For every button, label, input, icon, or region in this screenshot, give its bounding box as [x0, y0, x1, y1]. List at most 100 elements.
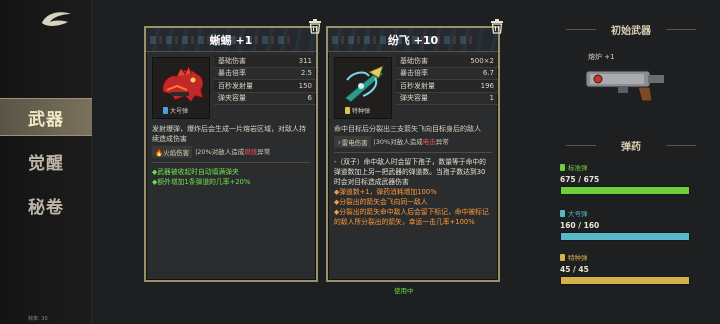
- ammo-type-tag: 特种弹: [345, 106, 370, 115]
- stat-label: 基础伤害: [400, 56, 428, 65]
- special-ammo-icon: [345, 107, 350, 114]
- nav-tab-awaken[interactable]: 觉醒: [0, 142, 92, 180]
- perk-line: ◆额外增加1条弹道的几率+20%: [152, 178, 251, 186]
- stat-label: 弹夹容量: [218, 94, 246, 103]
- stat-value: 6.7: [482, 69, 494, 78]
- stat-row: 弹夹容量 6: [214, 93, 316, 105]
- weapon-description: 命中目标后分裂出三支箭矢飞向目标身后的敌人: [334, 125, 481, 133]
- stat-row: 暴击倍率 2.5: [214, 68, 316, 80]
- lizard-weapon-icon: [162, 64, 204, 103]
- effect-text-pre: |30%对敌人造成: [373, 138, 423, 146]
- perk-line: ◆弹道数+1，弹药消耗增加100%: [334, 188, 437, 196]
- nav-tab-weapons[interactable]: 武器: [0, 98, 92, 136]
- effect-text-post: 异常: [257, 148, 271, 156]
- ammo-count: 675 / 675: [560, 175, 600, 184]
- ammo-standard: 标准弹 675 / 675: [560, 162, 690, 195]
- stat-value: 1: [489, 94, 494, 103]
- ammo-bar: [560, 232, 690, 241]
- effect-text-pre: |20%对敌人造成: [195, 148, 245, 156]
- damage-effect-row: 🔥火焰伤害 |20%对敌人造成燃烧异常: [152, 146, 310, 158]
- standard-ammo-icon: [560, 163, 565, 171]
- ammo-bar-fill: [561, 187, 689, 194]
- nav-tab-label: 觉醒: [28, 153, 64, 174]
- ammo-bar-fill: [561, 277, 689, 284]
- ammo-bar: [560, 186, 690, 195]
- perk-line: ◆分裂出的箭矢会飞向同一敌人: [334, 198, 428, 206]
- ammo-title: 弹药: [556, 136, 706, 154]
- crossbow-weapon-icon: [344, 65, 384, 103]
- ammo-label: 标准弹: [560, 162, 690, 172]
- ammo-type-label: 大号弹: [170, 108, 189, 115]
- initial-weapon-title: 初始武器: [556, 20, 706, 38]
- stat-row: 弹夹容量 1: [396, 93, 498, 105]
- ammo-name: 标准弹: [568, 164, 588, 172]
- ammo-count: 160 / 160: [560, 221, 600, 230]
- effect-chip-label: 火焰伤害: [163, 149, 190, 157]
- large-ammo-icon: [560, 209, 565, 217]
- game-logo-icon[interactable]: [40, 8, 74, 30]
- weapon-description: 发射爆弹，爆炸后会生成一片熔岩区域，对敌人持续造成伤害: [152, 125, 306, 143]
- card-title: 纷飞 +10: [387, 33, 439, 47]
- ammo-name: 特种弹: [568, 254, 588, 262]
- card-header: 蜥蜴 +1: [146, 19, 321, 52]
- stat-value: 311: [298, 56, 312, 65]
- nav-tab-label: 武器: [28, 109, 64, 130]
- right-panel: 初始武器 熔炉 +1 弹药 标准弹 675 / 675 大号弹 160 / 16…: [548, 0, 720, 324]
- weapon-card-lizard[interactable]: 蜥蜴 +1 大号弹 基础伤害 311 暴击倍率 2.5 百秒发射量 150 弹夹…: [144, 19, 321, 282]
- ammo-label: 大号弹: [560, 208, 690, 218]
- stat-value: 196: [480, 81, 494, 90]
- furnace-weapon-icon[interactable]: [578, 63, 674, 103]
- weapon-image-frame: 特种弹: [334, 57, 392, 119]
- ammo-bar: [560, 276, 690, 285]
- effect-text: |20%对敌人造成燃烧异常: [195, 146, 270, 158]
- weapon-card-flutter[interactable]: 纷飞 +10 特种弹 基础伤害 500×2 暴击倍率 6.7 百秒发射量 196…: [326, 19, 503, 282]
- stat-row: 百秒发射量 150: [214, 80, 316, 93]
- nav-tab-label: 秘卷: [28, 197, 64, 218]
- effect-highlight: 燃烧: [244, 148, 258, 156]
- fire-damage-chip: 🔥火焰伤害: [152, 146, 193, 158]
- initial-weapon-name: 熔炉 +1: [588, 53, 615, 61]
- large-ammo-icon: [163, 107, 168, 114]
- ammo-type-label: 特种弹: [352, 108, 371, 115]
- stat-value: 2.5: [300, 69, 312, 78]
- in-use-label: 使用中: [394, 287, 414, 295]
- stats-table: 基础伤害 500×2 暴击倍率 6.7 百秒发射量 196 弹夹容量 1: [396, 55, 498, 105]
- stat-label: 基础伤害: [218, 56, 246, 65]
- ammo-name: 大号弹: [568, 210, 588, 218]
- effect-text-post: 异常: [435, 138, 449, 146]
- left-nav: 武器 觉醒 秘卷 帧率: 30: [0, 0, 92, 324]
- stat-value: 6: [307, 94, 312, 103]
- fire-icon: 🔥: [155, 149, 164, 157]
- perk-line: ◆分裂出的箭矢命中敌人后会留下标记，命中被标记的敌人所分裂出的箭矢，幸运一击几率…: [334, 208, 489, 226]
- special-ammo-icon: [560, 253, 565, 261]
- stat-row: 百秒发射量 196: [396, 80, 498, 93]
- stat-value: 150: [298, 81, 312, 90]
- effect-highlight: 电击: [422, 138, 436, 146]
- stat-row: 基础伤害 311: [214, 55, 316, 68]
- stat-label: 百秒发射量: [400, 81, 435, 90]
- effect-text: |30%对敌人造成电击异常: [374, 136, 449, 148]
- card-title: 蜥蜴 +1: [209, 33, 253, 47]
- stat-label: 暴击倍率: [400, 69, 428, 78]
- ammo-bar-fill: [561, 233, 689, 240]
- lightning-damage-chip: ⚡雷电伤害: [334, 136, 371, 148]
- perk-line: -（双子）命中敌人时会留下孢子，数量等于命中的弹道数加上另一把武器的弹道数。当孢…: [334, 158, 486, 186]
- fps-counter: 帧率: 30: [28, 316, 48, 322]
- weapon-image-frame: 大号弹: [152, 57, 210, 119]
- damage-effect-row: ⚡雷电伤害 |30%对敌人造成电击异常: [334, 136, 492, 148]
- stats-table: 基础伤害 311 暴击倍率 2.5 百秒发射量 150 弹夹容量 6: [214, 55, 316, 105]
- perk-line: ◆武器被收起时自动填满弹夹: [152, 168, 239, 176]
- stat-label: 暴击倍率: [218, 69, 246, 78]
- effect-chip-label: 雷电伤害: [341, 139, 368, 147]
- stat-row: 基础伤害 500×2: [396, 55, 498, 68]
- stat-value: 500×2: [470, 56, 494, 65]
- stat-label: 百秒发射量: [218, 81, 253, 90]
- stat-label: 弹夹容量: [400, 94, 428, 103]
- stat-row: 暴击倍率 6.7: [396, 68, 498, 80]
- ammo-count: 45 / 45: [560, 265, 589, 274]
- nav-tab-scrolls[interactable]: 秘卷: [0, 186, 92, 224]
- trash-icon[interactable]: [308, 18, 322, 34]
- trash-icon[interactable]: [490, 18, 504, 34]
- ammo-large: 大号弹 160 / 160: [560, 208, 690, 241]
- divider: [152, 162, 310, 163]
